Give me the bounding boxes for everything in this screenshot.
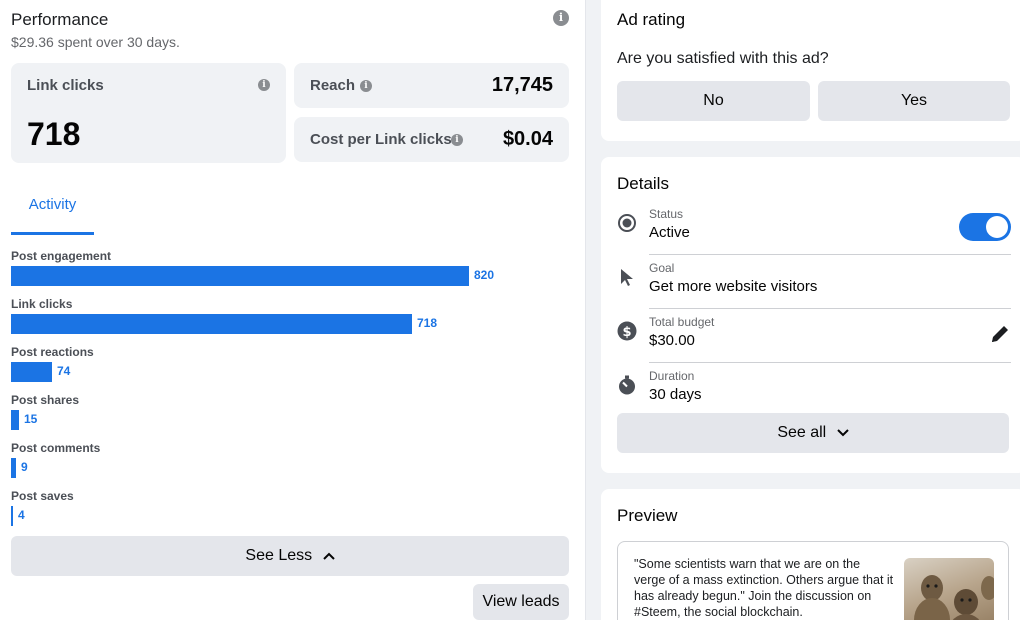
ad-rating-panel: Ad rating Are you satisfied with this ad… — [601, 0, 1020, 141]
see-all-label: See all — [777, 424, 827, 442]
performance-title: Performance — [11, 10, 109, 29]
preview-card[interactable]: "Some scientists warn that we are on the… — [617, 541, 1009, 620]
toggle-knob — [986, 216, 1008, 238]
duration-key: Duration — [649, 369, 695, 383]
svg-text:$: $ — [622, 325, 631, 340]
cost-per-label: Cost per Link clicks — [310, 131, 452, 148]
see-all-button[interactable]: See all — [617, 413, 1009, 453]
chevron-up-icon — [322, 536, 335, 576]
reach-value: 17,745 — [491, 74, 553, 96]
pencil-icon[interactable] — [989, 323, 1011, 345]
activity-bar — [11, 506, 13, 526]
cursor-icon — [617, 267, 637, 287]
activity-value: 15 — [24, 412, 38, 426]
link-clicks-value: 718 — [27, 116, 81, 152]
activity-label: Link clicks — [11, 297, 73, 311]
status-key: Status — [649, 207, 684, 221]
ad-rating-question: Are you satisfied with this ad? — [617, 50, 829, 67]
activity-bar-track: 74 — [11, 362, 571, 382]
ad-rating-title: Ad rating — [617, 10, 686, 29]
activity-label: Post comments — [11, 441, 101, 455]
link-clicks-card: Link clicks i 718 — [11, 63, 286, 163]
info-icon[interactable]: i — [553, 10, 569, 26]
detail-status: Status Active — [601, 201, 1011, 255]
status-value: Active — [649, 224, 690, 241]
detail-budget: $ Total budget $30.00 — [601, 309, 1011, 363]
activity-label: Post engagement — [11, 249, 112, 263]
yes-button[interactable]: Yes — [818, 81, 1010, 121]
activity-label: Post shares — [11, 393, 80, 407]
activity-row: Post saves 4 — [11, 488, 571, 526]
activity-value: 820 — [474, 268, 495, 282]
activity-row: Link clicks 718 — [11, 296, 571, 334]
info-icon[interactable]: i — [258, 79, 270, 91]
detail-goal: Goal Get more website visitors — [601, 255, 1011, 309]
preview-text: "Some scientists warn that we are on the… — [634, 557, 894, 619]
budget-value: $30.00 — [649, 332, 695, 349]
radio-icon — [617, 213, 637, 233]
activity-bar-track: 820 — [11, 266, 571, 286]
view-leads-button[interactable]: View leads — [473, 584, 569, 620]
reach-card: Reach i 17,745 — [294, 63, 569, 108]
see-less-label: See Less — [245, 547, 313, 565]
activity-bar — [11, 314, 412, 334]
divider — [585, 0, 586, 620]
details-panel: Details Status Active Goal Get more webs… — [601, 157, 1020, 473]
activity-row: Post reactions 74 — [11, 344, 571, 382]
no-button[interactable]: No — [617, 81, 810, 121]
preview-image — [904, 558, 994, 620]
preview-title: Preview — [617, 506, 678, 525]
activity-row: Post engagement 820 — [11, 248, 571, 286]
activity-bar-track: 4 — [11, 506, 571, 526]
cost-per-value: $0.04 — [502, 128, 553, 150]
dollar-icon: $ — [617, 321, 637, 341]
detail-duration: Duration 30 days — [601, 363, 1011, 413]
budget-key: Total budget — [649, 315, 715, 329]
tab-activity[interactable]: Activity — [11, 190, 94, 235]
activity-bar — [11, 266, 469, 286]
goal-key: Goal — [649, 261, 675, 275]
activity-bar — [11, 410, 19, 430]
activity-bar-track: 15 — [11, 410, 571, 430]
reach-label: Reach — [310, 77, 356, 94]
info-icon[interactable]: i — [451, 134, 463, 146]
activity-row: Post comments 9 — [11, 440, 571, 478]
stopwatch-icon — [617, 375, 637, 395]
performance-subtitle: $29.36 spent over 30 days. — [11, 34, 180, 50]
preview-panel: Preview "Some scientists warn that we ar… — [601, 489, 1020, 620]
activity-bar — [11, 362, 52, 382]
activity-value: 718 — [417, 316, 438, 330]
status-toggle[interactable] — [959, 213, 1011, 241]
activity-bar-track: 718 — [11, 314, 571, 334]
link-clicks-label: Link clicks — [27, 77, 104, 94]
activity-bar-track: 9 — [11, 458, 571, 478]
see-less-button[interactable]: See Less — [11, 536, 569, 576]
activity-value: 4 — [18, 508, 25, 522]
cost-per-card: Cost per Link clicks i $0.04 — [294, 117, 569, 162]
duration-value: 30 days — [649, 386, 702, 403]
activity-row: Post shares 15 — [11, 392, 571, 430]
activity-label: Post saves — [11, 489, 74, 503]
activity-label: Post reactions — [11, 345, 94, 359]
activity-bar — [11, 458, 16, 478]
info-icon[interactable]: i — [360, 80, 372, 92]
performance-panel: Performance $29.36 spent over 30 days. i… — [0, 0, 585, 620]
activity-value: 74 — [57, 364, 71, 378]
goal-value: Get more website visitors — [649, 278, 818, 295]
activity-value: 9 — [21, 460, 28, 474]
chevron-down-icon — [836, 413, 849, 453]
details-title: Details — [617, 174, 669, 193]
